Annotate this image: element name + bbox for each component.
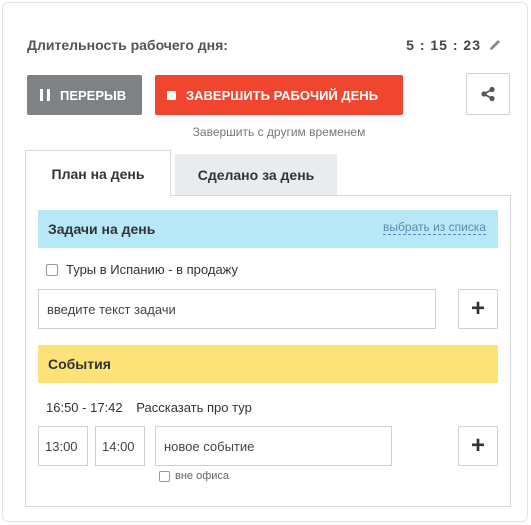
- finish-workday-button[interactable]: ЗАВЕРШИТЬ РАБОЧИЙ ДЕНЬ: [155, 75, 403, 115]
- add-task-button[interactable]: +: [458, 289, 498, 329]
- event-start-time-input[interactable]: 13:00: [38, 426, 88, 466]
- pause-button[interactable]: ПЕРЕРЫВ: [27, 75, 142, 115]
- events-section-title: События: [48, 356, 111, 372]
- event-label: Рассказать про тур: [136, 400, 252, 415]
- event-end-time-input[interactable]: 14:00: [95, 426, 145, 466]
- event-start-value: 13:00: [45, 438, 78, 454]
- events-section-header: События: [38, 345, 498, 383]
- event-item: 16:50 - 17:42 Рассказать про тур: [46, 400, 252, 415]
- task-item[interactable]: Туры в Испанию - в продажу: [46, 262, 238, 277]
- pencil-icon-graphic: [490, 40, 500, 50]
- task-input-placeholder: введите текст задачи: [47, 301, 176, 317]
- task-text-input[interactable]: введите текст задачи: [38, 289, 436, 329]
- offsite-checkbox[interactable]: [159, 470, 170, 482]
- task-checkbox[interactable]: [46, 263, 58, 276]
- pause-button-label: ПЕРЕРЫВ: [60, 87, 127, 103]
- duration-row: Длительность рабочего дня: 5 : 15 : 23: [27, 37, 505, 57]
- tabs: План на день Сделано за день: [25, 150, 511, 196]
- tasks-section-title: Задачи на день: [48, 221, 156, 237]
- tab-done-for-day[interactable]: Сделано за день: [175, 154, 337, 196]
- duration-timer: 5 : 15 : 23: [406, 37, 481, 53]
- event-time: 16:50 - 17:42: [46, 400, 123, 415]
- pause-icon: [40, 89, 50, 101]
- add-event-button[interactable]: +: [458, 426, 498, 466]
- share-icon: [481, 86, 495, 102]
- event-text-input[interactable]: новое событие: [155, 426, 392, 466]
- event-end-value: 14:00: [102, 438, 135, 454]
- finish-workday-label: ЗАВЕРШИТЬ РАБОЧИЙ ДЕНЬ: [186, 87, 379, 103]
- share-button[interactable]: [466, 73, 510, 115]
- task-label: Туры в Испанию - в продажу: [66, 262, 239, 277]
- duration-label: Длительность рабочего дня:: [27, 37, 228, 53]
- choose-from-list-link[interactable]: выбрать из списка: [383, 221, 486, 235]
- workday-panel: Длительность рабочего дня: 5 : 15 : 23 П…: [2, 2, 528, 522]
- tasks-section-header: Задачи на день выбрать из списка: [38, 210, 498, 248]
- event-input-placeholder: новое событие: [164, 438, 255, 454]
- tab-plan-for-day[interactable]: План на день: [25, 150, 171, 196]
- plan-content: Задачи на день выбрать из списка Туры в …: [25, 195, 511, 507]
- offsite-label: вне офиса: [175, 470, 230, 482]
- stop-icon: [167, 90, 176, 100]
- plus-icon: +: [470, 295, 485, 322]
- finish-other-time-link[interactable]: Завершить с другим временем: [155, 125, 403, 139]
- offsite-option[interactable]: вне офиса: [159, 470, 229, 482]
- plus-icon: +: [470, 432, 485, 459]
- pencil-icon[interactable]: [487, 37, 505, 55]
